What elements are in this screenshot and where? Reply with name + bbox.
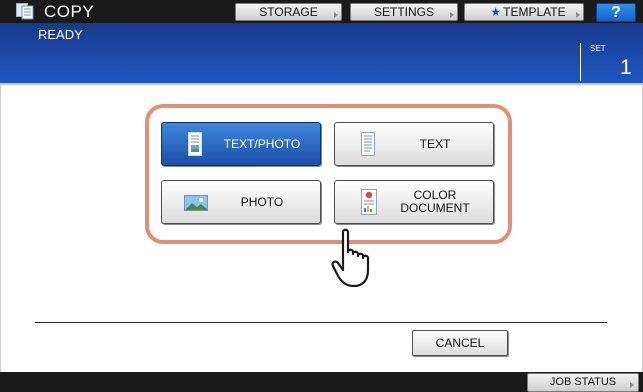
- storage-button-label: STORAGE: [259, 5, 318, 19]
- set-divider: [580, 43, 581, 81]
- submenu-arrow-icon: [450, 12, 454, 18]
- settings-button-label: SETTINGS: [373, 5, 434, 19]
- app-title: COPY: [44, 2, 95, 21]
- help-button[interactable]: ?: [596, 3, 636, 22]
- photo-mode-button[interactable]: PHOTO: [161, 180, 321, 224]
- photo-mode-label: PHOTO: [240, 194, 284, 209]
- top-bar: COPY STORAGE SETTINGS ★ TEMPLATE ?: [0, 0, 643, 23]
- job-status-button[interactable]: JOB STATUS: [527, 373, 639, 392]
- footer-divider: [35, 322, 607, 323]
- text-photo-mode-button[interactable]: TEXT/PHOTO: [161, 122, 321, 166]
- set-count: 1: [620, 56, 632, 79]
- star-icon: ★: [490, 5, 502, 19]
- color-document-mode-label: COLOR DOCUMENT: [400, 188, 470, 215]
- text-mode-button[interactable]: TEXT: [334, 122, 494, 166]
- job-status-label: JOB STATUS: [549, 376, 617, 388]
- storage-button[interactable]: STORAGE: [235, 3, 342, 21]
- template-button-label: TEMPLATE: [503, 5, 566, 19]
- copy-icon: [16, 3, 34, 20]
- photo-icon: [184, 195, 208, 211]
- text-photo-mode-label: TEXT/PHOTO: [223, 136, 301, 151]
- settings-button[interactable]: SETTINGS: [350, 3, 458, 21]
- text-photo-icon: [188, 132, 202, 156]
- set-label: SET: [590, 44, 606, 53]
- status-bar: READY SET 1: [0, 23, 643, 85]
- text-mode-label: TEXT: [419, 136, 451, 151]
- color-document-icon: [361, 189, 377, 215]
- pointing-hand-icon: [331, 228, 370, 288]
- text-icon: [361, 132, 375, 156]
- submenu-arrow-icon: [630, 382, 634, 388]
- color-document-mode-button[interactable]: COLOR DOCUMENT: [334, 180, 494, 224]
- submenu-arrow-icon: [334, 12, 338, 18]
- template-button[interactable]: ★ TEMPLATE: [464, 3, 584, 21]
- status-message: READY: [38, 27, 83, 42]
- submenu-arrow-icon: [576, 12, 580, 18]
- cancel-button[interactable]: CANCEL: [412, 330, 508, 356]
